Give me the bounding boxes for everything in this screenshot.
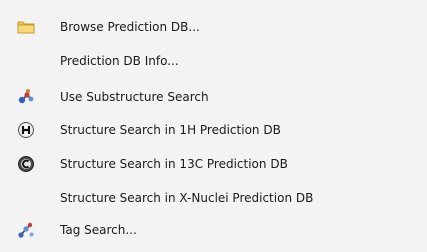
menu-item-tag-search[interactable]: Tag Search... — [0, 215, 427, 245]
menu-item-label: Tag Search... — [60, 223, 137, 237]
menu-item-use-substructure-search[interactable]: Use Substructure Search — [0, 82, 427, 112]
menu-item-prediction-db-info[interactable]: Prediction DB Info... — [0, 46, 427, 76]
menu-item-label: Structure Search in X-Nuclei Prediction … — [60, 191, 314, 205]
h-nucleus-icon — [17, 121, 35, 139]
menu-item-structure-search-x-nuclei[interactable]: Structure Search in X-Nuclei Prediction … — [0, 183, 427, 213]
menu-item-label: Use Substructure Search — [60, 90, 209, 104]
menu-item-label: Browse Prediction DB... — [60, 20, 200, 34]
tag-search-icon — [17, 221, 35, 239]
menu-item-structure-search-13c[interactable]: Structure Search in 13C Prediction DB — [0, 149, 427, 179]
menu-item-label: Structure Search in 1H Prediction DB — [60, 123, 281, 137]
menu-item-label: Structure Search in 13C Prediction DB — [60, 157, 288, 171]
prediction-db-menu: Browse Prediction DB... Prediction DB In… — [0, 0, 427, 252]
folder-icon — [17, 18, 35, 36]
substructure-molecule-icon — [17, 88, 35, 106]
menu-item-browse-prediction-db[interactable]: Browse Prediction DB... — [0, 12, 427, 42]
c-nucleus-icon — [17, 155, 35, 173]
menu-item-structure-search-1h[interactable]: Structure Search in 1H Prediction DB — [0, 115, 427, 145]
menu-item-label: Prediction DB Info... — [60, 54, 179, 68]
